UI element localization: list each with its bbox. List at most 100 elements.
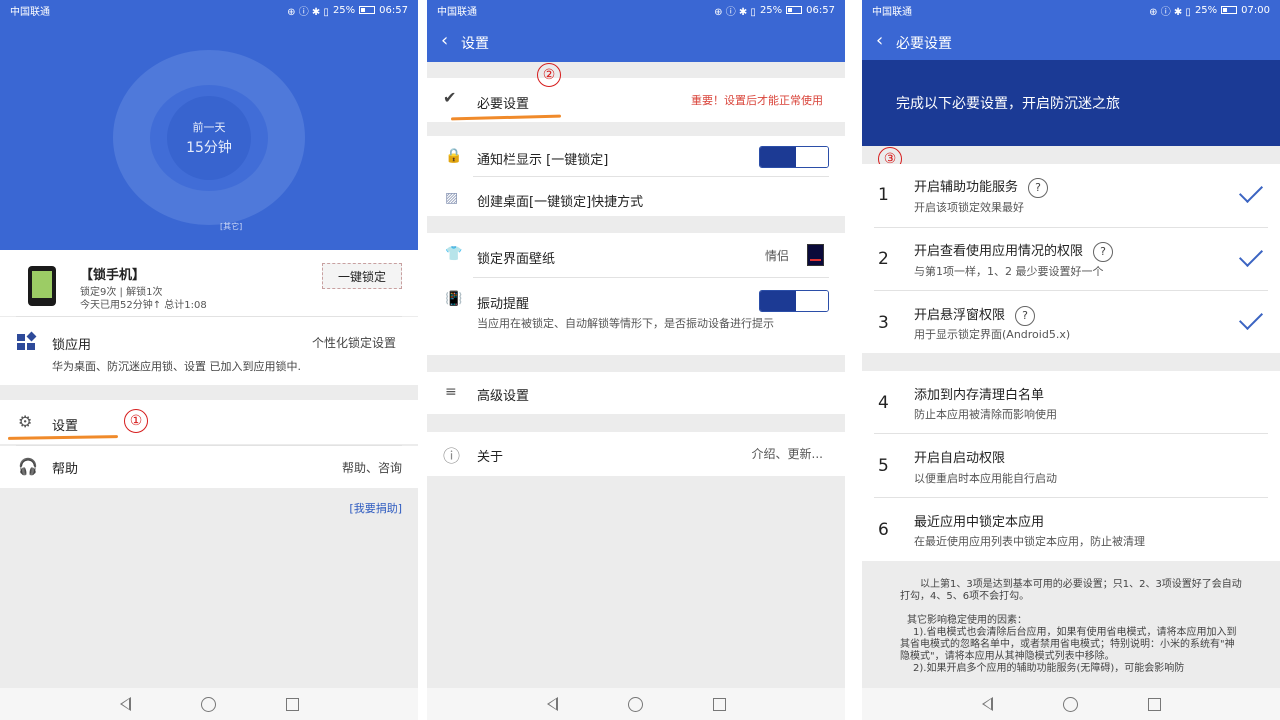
shirt-icon: 👕 [445, 246, 463, 262]
step-marker-2: ② [537, 63, 561, 87]
vibrate-phone-icon: 📳 [445, 291, 463, 307]
android-phone-icon [28, 266, 56, 306]
note-paragraph: 1).省电模式也会清除后台应用，如果有使用省电模式，请将本应用加入到其省电模式的… [900, 627, 1237, 662]
item-title: 开启自启动权限 [914, 451, 1006, 466]
item-number: 4 [878, 393, 889, 413]
home-nav-icon[interactable] [627, 696, 643, 712]
note-paragraph: 其它影响稳定使用的因素： [907, 615, 1027, 626]
screen-required-settings: ‹ 必要设置 中国联通 ⊕ ⓘ ✱ ▯ 25% 07:00 完成以下必要设置，开启防… [862, 0, 1280, 720]
item-number: 6 [878, 520, 889, 540]
settings-title: 设置 [52, 419, 79, 434]
item-number: 1 [878, 185, 889, 205]
wallpaper-title[interactable]: 锁定界面壁纸 [477, 248, 555, 267]
battery-percent: 25% [1194, 4, 1218, 16]
headset-icon: 🎧 [18, 457, 38, 476]
item-number: 5 [878, 456, 889, 476]
divider [473, 277, 829, 278]
other-tag: [其它] [220, 222, 243, 231]
gear-icon: ⚙ [18, 412, 33, 431]
gauge-center: 前一天 15分钟 [167, 96, 251, 180]
help-icon[interactable]: ? [1015, 305, 1036, 326]
back-nav-icon[interactable] [546, 697, 558, 711]
donate-link[interactable]: [我要捐助] [349, 500, 402, 516]
item-subtitle: 防止本应用被清除而影响使用 [914, 408, 1057, 421]
vibrate-subtitle: 当应用在被锁定、自动解锁等情形下，是否振动设备进行提示 [477, 317, 774, 330]
notify-bar-title: 通知栏显示 [一键锁定] [477, 153, 609, 168]
item-title: 添加到内存清理白名单 [914, 388, 1045, 403]
help-title: 帮助 [52, 462, 79, 477]
required-warning: 重要！设置后才能正常使用 [691, 94, 823, 107]
note-paragraph: 2).如果开启多个应用的辅助功能服务(无障碍)，可能会影响防 [913, 663, 1185, 674]
item-title: 开启查看使用应用情况的权限? [914, 240, 1114, 262]
note-paragraph: 以上第1、3项是达到基本可用的必要设置；只1、2、3项设置好了会自动打勾，4、5… [900, 579, 1242, 602]
personalize-lock-link[interactable]: 个性化锁定设置 [312, 334, 396, 351]
step-marker-1: ① [124, 409, 148, 433]
gauge-label: 前一天 [192, 121, 226, 134]
item-subtitle: 与第1项一样，1、2 最少要设置好一个 [914, 265, 1104, 278]
status-bar: 中国联通 ⊕ ⓘ ✱ ▯ 25% 06:57 [0, 0, 418, 20]
battery-percent: 25% [759, 4, 783, 16]
screen-settings: ‹ 设置 中国联通 ⊕ ⓘ ✱ ▯ 25% 06:57 ✔ 必要设置 重要！设置后才… [427, 0, 845, 720]
recents-nav-icon[interactable] [285, 697, 299, 711]
help-icon[interactable]: ? [1028, 177, 1049, 198]
back-nav-icon[interactable] [981, 697, 993, 711]
lock-apps-subtitle: 华为桌面、防沉迷应用锁、设置 已加入到应用锁中. [52, 360, 301, 373]
clock: 07:00 [1241, 4, 1270, 16]
back-nav-icon[interactable] [119, 697, 131, 711]
usage-gauge[interactable]: 前一天 15分钟 [113, 50, 305, 225]
divider [874, 290, 1268, 291]
back-arrow-icon[interactable]: ‹ [441, 30, 448, 51]
lock-phone-title: 【锁手机】 [80, 268, 146, 283]
carrier-label: 中国联通 [10, 6, 50, 18]
recents-nav-icon[interactable] [712, 697, 726, 711]
vibrate-toggle[interactable] [759, 290, 829, 312]
item-subtitle: 以便重启时本应用能自行启动 [914, 472, 1057, 485]
wallpaper-thumbnail[interactable] [807, 244, 824, 266]
explanation-note: 以上第1、3项是达到基本可用的必要设置；只1、2、3项设置好了会自动打勾，4、5… [862, 562, 1280, 690]
advanced-lock-icon: ≡ [445, 384, 457, 400]
notify-bar-toggle[interactable] [759, 146, 829, 168]
required-settings-title: 必要设置 [477, 97, 530, 112]
wallpaper-value: 情侣 [765, 249, 790, 263]
gauge-value: 15分钟 [186, 140, 232, 156]
recents-nav-icon[interactable] [1147, 697, 1161, 711]
battery-icon [359, 6, 376, 14]
app-bar-title: 必要设置 [896, 36, 952, 52]
battery-icon [1221, 6, 1238, 14]
item-subtitle: 开启该项锁定效果最好 [914, 201, 1024, 214]
item-subtitle: 在最近使用应用列表中锁定本应用，防止被清理 [914, 535, 1145, 548]
divider [473, 176, 829, 177]
apps-grid-icon [17, 331, 37, 350]
back-arrow-icon[interactable]: ‹ [876, 30, 883, 51]
clock: 06:57 [379, 4, 408, 16]
item-title: 开启辅助功能服务? [914, 176, 1049, 198]
help-icon[interactable]: ? [1093, 241, 1114, 262]
battery-icon [786, 6, 803, 14]
status-bar: 中国联通 ⊕ ⓘ ✱ ▯ 25% 07:00 [862, 0, 1280, 20]
carrier-label: 中国联通 [437, 6, 477, 18]
item-title: 开启悬浮窗权限? [914, 304, 1036, 326]
carrier-label: 中国联通 [872, 6, 912, 18]
home-nav-icon[interactable] [1062, 696, 1078, 712]
about-detail: 介绍、更新... [751, 447, 823, 461]
one-key-lock-button[interactable]: 一键锁定 [322, 263, 402, 289]
status-icons: ⊕ ⓘ ✱ ▯ [714, 6, 756, 18]
item-subtitle: 用于显示锁定界面(Android5.x) [914, 328, 1071, 341]
check-icon: ✔ [443, 88, 457, 107]
status-bar: 中国联通 ⊕ ⓘ ✱ ▯ 25% 06:57 [427, 0, 845, 20]
item-number: 3 [878, 313, 889, 333]
home-nav-icon[interactable] [200, 696, 216, 712]
help-consult-link[interactable]: 帮助、咨询 [342, 459, 402, 476]
status-icons: ⊕ ⓘ ✱ ▯ [287, 6, 329, 18]
create-shortcut-title[interactable]: 创建桌面[一键锁定]快捷方式 [477, 191, 643, 210]
info-icon: ⓘ [443, 447, 460, 467]
advanced-title: 高级设置 [477, 389, 530, 404]
app-bar-title: 设置 [461, 36, 489, 52]
battery-percent: 25% [332, 4, 356, 16]
nav-bar [427, 688, 845, 720]
lock-apps-title: 锁应用 [52, 338, 92, 353]
divider [874, 227, 1268, 228]
divider [874, 433, 1268, 434]
usage-stats: 今天已用52分钟↑ 总计1:08 [80, 300, 207, 311]
usage-hero: 前一天 15分钟 [其它] [0, 0, 418, 250]
